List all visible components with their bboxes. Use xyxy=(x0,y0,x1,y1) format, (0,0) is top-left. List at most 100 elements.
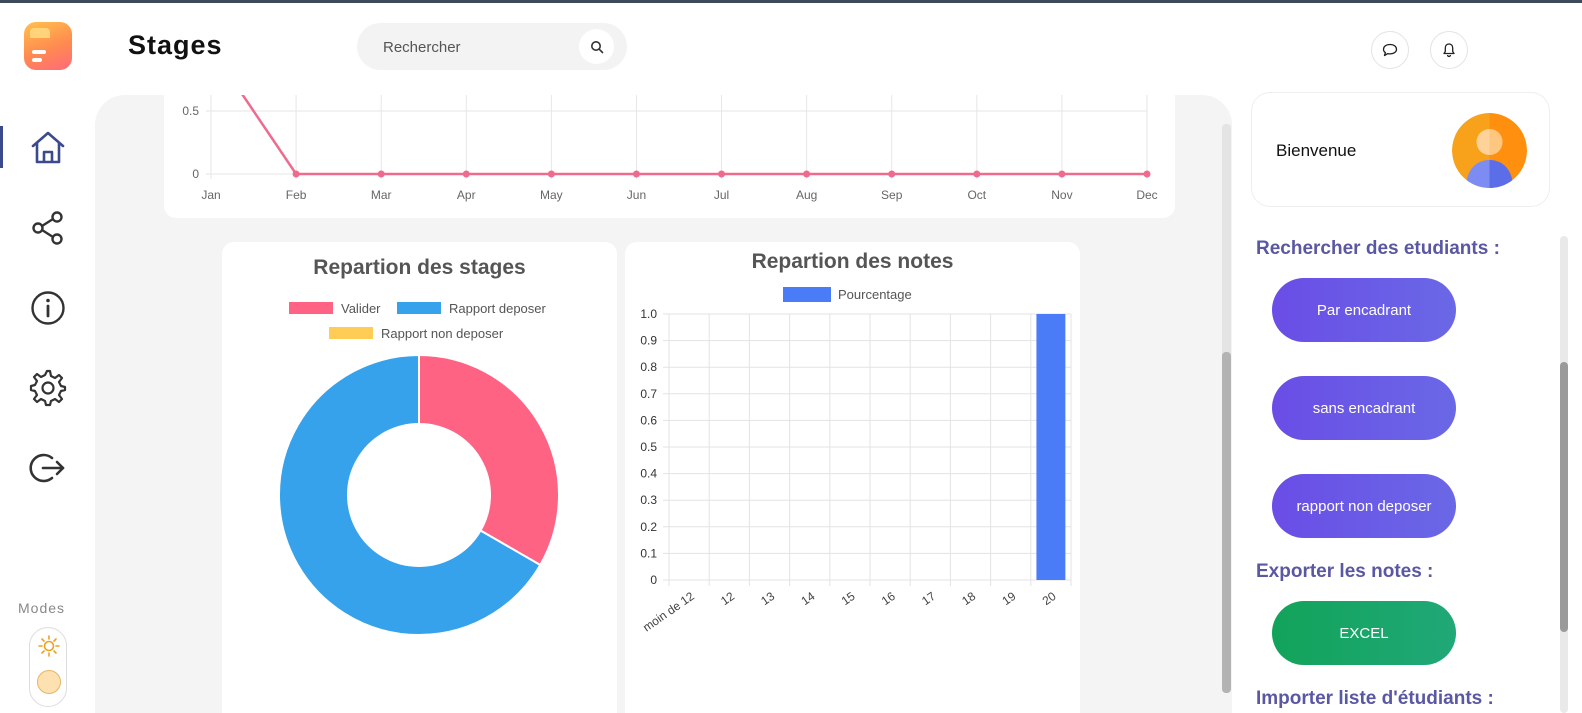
sun-icon xyxy=(38,635,60,657)
bar-chart-x-tick: 16 xyxy=(879,589,898,608)
donut-legend-swatch xyxy=(397,302,441,314)
notes-chart-title: Repartion des notes xyxy=(751,250,954,273)
modes-label: Modes xyxy=(18,600,66,616)
bar-chart-y-tick: 0.6 xyxy=(640,413,657,427)
donut-legend-label: Rapport deposer xyxy=(449,301,547,316)
export-excel-button[interactable]: EXCEL xyxy=(1272,601,1456,665)
line-chart-x-tick: Aug xyxy=(796,188,817,202)
search-button[interactable] xyxy=(579,29,614,64)
line-chart-point xyxy=(377,170,385,178)
right-panel-scrollbar-thumb[interactable] xyxy=(1560,362,1568,632)
line-chart-x-tick: Apr xyxy=(457,188,476,202)
avatar[interactable] xyxy=(1452,113,1527,188)
bar-chart-x-tick: 20 xyxy=(1040,589,1059,608)
messages-button[interactable] xyxy=(1371,31,1409,69)
search-students-title: Rechercher des etudiants : xyxy=(1256,238,1500,259)
main-scrollbar[interactable] xyxy=(1222,124,1231,693)
bar-chart-y-tick: 0.2 xyxy=(640,520,657,534)
line-chart-point xyxy=(462,170,470,178)
sidebar-item-share[interactable] xyxy=(28,208,68,248)
line-chart-x-tick: Jun xyxy=(627,188,646,202)
sidebar-item-settings[interactable] xyxy=(28,368,68,408)
bar-chart-y-tick: 0.7 xyxy=(640,387,657,401)
bar-chart-x-tick: 14 xyxy=(798,589,817,608)
line-chart-series-line xyxy=(241,95,1147,176)
line-chart-point xyxy=(547,170,555,178)
without-supervisor-button[interactable]: sans encadrant xyxy=(1272,376,1456,440)
report-not-submitted-button[interactable]: rapport non deposer xyxy=(1272,474,1456,538)
sidebar-item-info[interactable] xyxy=(28,288,68,328)
window-top-border xyxy=(0,0,1582,3)
search-bar xyxy=(357,23,627,70)
bar-chart-y-tick: 0.4 xyxy=(640,467,657,481)
donut-legend-label: Rapport non deposer xyxy=(381,326,504,341)
sidebar-item-home[interactable] xyxy=(28,128,68,168)
bar-chart-y-tick: 0 xyxy=(650,573,657,587)
app-logo[interactable] xyxy=(24,22,72,70)
line-chart-point xyxy=(973,170,981,178)
line-chart-point xyxy=(718,170,726,178)
bar-chart-y-tick: 0.1 xyxy=(640,546,657,560)
bar-chart-x-tick: moin de 12 xyxy=(640,589,697,635)
export-notes-title: Exporter les notes : xyxy=(1256,561,1434,582)
line-chart-x-tick: Oct xyxy=(967,188,986,202)
bar-chart-y-tick: 0.9 xyxy=(640,334,657,348)
donut-slice-valider xyxy=(418,353,560,567)
bar-chart-y-tick: 0.5 xyxy=(640,440,657,454)
user-avatar-icon xyxy=(1452,113,1527,188)
monthly-line-chart: Jan Feb Mar Apr May Jun Jul Aug Sep Oct Nov Dec 0.5 0 xyxy=(182,95,1158,202)
line-chart-x-tick: Sep xyxy=(881,188,903,202)
bar-chart-y-tick: 0.8 xyxy=(640,360,657,374)
line-chart-point xyxy=(292,170,300,178)
line-chart-x-tick: Dec xyxy=(1136,188,1157,202)
line-chart-card: Jan Feb Mar Apr May Jun Jul Aug Sep Oct Nov Dec 0.5 0 xyxy=(164,95,1175,218)
notifications-button[interactable] xyxy=(1430,31,1468,69)
info-icon xyxy=(31,291,65,325)
line-chart-y-tick: 0.5 xyxy=(182,104,199,118)
share-icon xyxy=(32,211,63,245)
active-nav-indicator xyxy=(0,126,3,168)
stages-donut-card: Repartion des stages Valider Rapport depo… xyxy=(222,242,617,713)
bar-chart-x-tick: 17 xyxy=(919,589,938,608)
bar-chart-x-tick: 12 xyxy=(718,589,737,608)
welcome-text: Bienvenue xyxy=(1276,141,1357,160)
line-chart-point xyxy=(888,170,896,178)
donut-legend-swatch xyxy=(329,327,373,339)
bar-legend-swatch xyxy=(783,287,831,302)
logo-line xyxy=(32,58,42,62)
bar-chart-x-tick: 18 xyxy=(959,589,978,608)
home-icon xyxy=(31,131,65,164)
logo-line xyxy=(32,50,46,54)
main-scrollbar-thumb[interactable] xyxy=(1222,352,1231,693)
chat-icon xyxy=(1382,43,1398,57)
page-title: Stages xyxy=(128,30,223,60)
line-chart-x-tick: Jan xyxy=(201,188,220,202)
search-icon xyxy=(590,40,603,53)
bar-chart-y-tick: 0.3 xyxy=(640,493,657,507)
by-supervisor-button[interactable]: Par encadrant xyxy=(1272,278,1456,342)
notes-bar-card: Repartion des notes Pourcentage 0 0.1 0.2 0.… xyxy=(625,242,1080,713)
import-students-title: Importer liste d'étudiants : xyxy=(1256,688,1494,709)
line-chart-x-tick: Mar xyxy=(371,188,392,202)
line-chart-y-tick: 0 xyxy=(192,167,199,181)
theme-mode-toggle[interactable] xyxy=(29,627,67,707)
logo-folder-tab xyxy=(30,28,50,38)
line-chart-x-tick: Feb xyxy=(286,188,307,202)
bar-chart-bar xyxy=(1036,314,1066,580)
donut-legend-label: Valider xyxy=(341,301,381,316)
right-panel-scrollbar[interactable] xyxy=(1560,236,1568,713)
bar-chart-y-tick: 1.0 xyxy=(640,307,657,321)
toggle-knob[interactable] xyxy=(37,670,61,694)
line-chart-point xyxy=(1058,170,1066,178)
welcome-card: Bienvenue xyxy=(1252,93,1549,206)
bar-chart-x-tick: 15 xyxy=(839,589,858,608)
search-input[interactable] xyxy=(383,35,573,59)
sidebar-item-logout[interactable] xyxy=(28,448,68,488)
bar-chart-x-tick: 19 xyxy=(999,589,1018,608)
stages-chart-title: Repartion des stages xyxy=(313,256,526,279)
notes-bar-chart: Pourcentage 0 0.1 0.2 0.3 0.4 0.5 0.6 0.7 0.8 0.9 1… xyxy=(640,287,1072,635)
line-chart-point xyxy=(803,170,811,178)
donut-legend-swatch xyxy=(289,302,333,314)
bar-chart-x-tick: 13 xyxy=(758,589,777,608)
stages-donut-chart: Valider Rapport deposer Rapport non depose… xyxy=(278,301,560,636)
